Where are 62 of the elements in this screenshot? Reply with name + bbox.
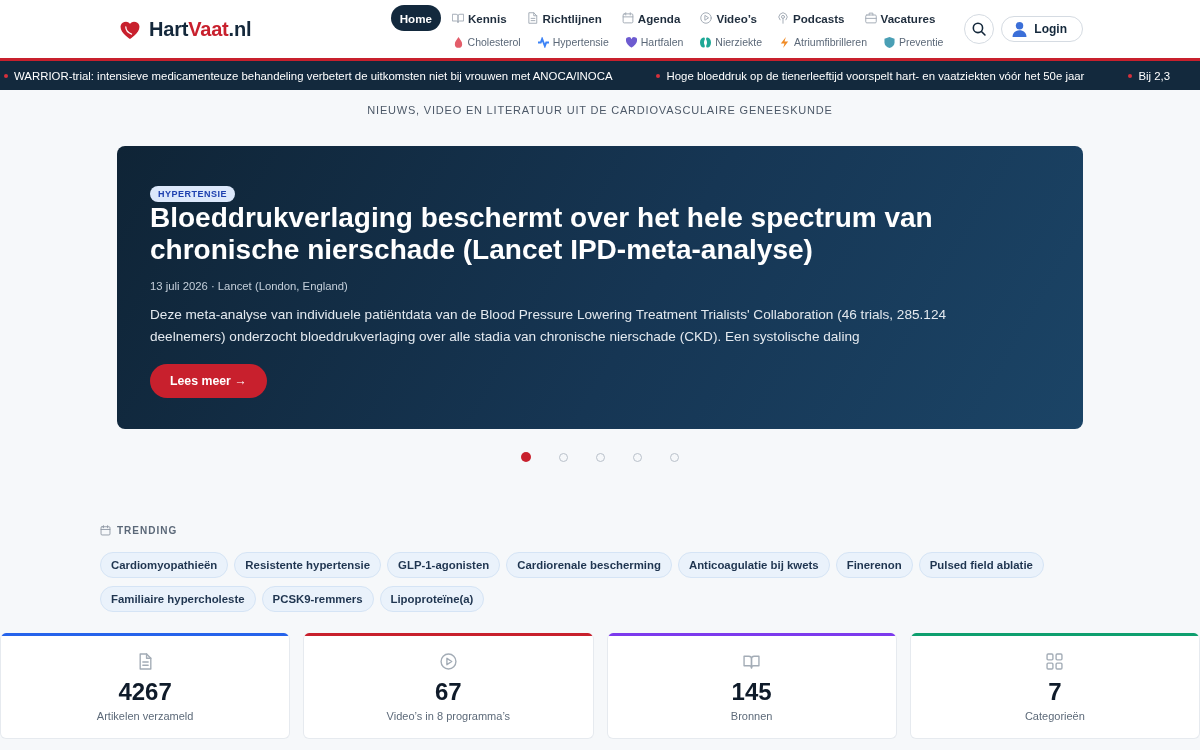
topic-link[interactable]: Hypertensie bbox=[537, 34, 609, 50]
section-title: TRENDING bbox=[117, 524, 178, 536]
trending-tag[interactable]: Cardiomyopathieën bbox=[100, 552, 229, 578]
topic-link[interactable]: Preventie bbox=[884, 34, 944, 50]
nav-link[interactable]: Home bbox=[390, 5, 441, 31]
topic-link[interactable]: Nierziekte bbox=[700, 34, 763, 50]
bullet-icon bbox=[1128, 73, 1133, 78]
tagline: NIEUWS, VIDEO EN LITERATUUR UIT DE CARDIOVASCULAIRE GENEESKUNDE bbox=[366, 103, 834, 117]
topic-link[interactable]: Hartfalen bbox=[625, 34, 684, 50]
topic-link[interactable]: Atriumfibrilleren bbox=[779, 34, 867, 50]
bullet-icon bbox=[656, 73, 661, 78]
nav-link[interactable]: Agenda bbox=[612, 5, 690, 31]
logo-text[interactable]: HartVaat.nl bbox=[149, 18, 252, 41]
nav-link[interactable]: Podcasts bbox=[768, 5, 854, 31]
broadcast-icon bbox=[777, 12, 789, 24]
nav-link[interactable]: Video’s bbox=[691, 5, 766, 31]
briefcase-icon bbox=[864, 12, 877, 24]
document-icon bbox=[136, 653, 154, 670]
search-button[interactable] bbox=[964, 14, 995, 44]
trending-tag[interactable]: Anticoagulatie bij kwets bbox=[677, 552, 830, 578]
calendar-icon bbox=[100, 524, 111, 536]
hero-title: Bloeddrukverlaging beschermt over het hele spectrum van chronische nierschade (Lancet IPD-meta-analyse) bbox=[150, 202, 934, 266]
hero-summary: Deze meta-analyse van individuele patiëntdata van de Blood Pressure Lowering Treatment Trialists' Collaboration (46 trials, 285.124 deelnemers) onderzocht bloeddrukverlaging over alle stadia van chronische nierschade (CKD). Een systolische daling bbox=[150, 306, 947, 346]
trending-tag[interactable]: Familiaire hypercholeste bbox=[100, 586, 256, 612]
grid-icon bbox=[1046, 653, 1064, 670]
trending-tag[interactable]: GLP-1-agonisten bbox=[387, 552, 501, 578]
topic-link[interactable]: Cholesterol bbox=[452, 34, 521, 50]
ticker-link[interactable]: Bij 2,3 bbox=[1138, 69, 1171, 82]
play-icon bbox=[439, 653, 457, 670]
trending-tag[interactable]: Finerenon bbox=[835, 552, 913, 578]
play-icon bbox=[700, 12, 713, 24]
trending-tag[interactable]: Lipoproteïne(a) bbox=[379, 586, 485, 612]
stat-value: 145 bbox=[731, 678, 772, 706]
trending-tag[interactable]: PCSK9-remmers bbox=[261, 586, 374, 612]
bullet-icon bbox=[4, 73, 8, 78]
stat-label: Bronnen bbox=[730, 709, 773, 724]
stat-value: 4267 bbox=[118, 678, 172, 706]
stat-label: Categorieën bbox=[1024, 709, 1085, 724]
person-icon bbox=[1012, 21, 1028, 37]
login-button[interactable]: Login bbox=[1001, 16, 1083, 42]
nav-link[interactable]: Richtlijnen bbox=[517, 5, 611, 31]
calendar-icon bbox=[621, 12, 634, 24]
hero-meta: 13 juli 2026 · Lancet (London, England) bbox=[150, 279, 349, 294]
book-icon bbox=[743, 653, 761, 670]
stat-value: 67 bbox=[435, 678, 462, 706]
read-more-button[interactable]: Lees meer → bbox=[150, 364, 267, 398]
stat-label: Video’s in 8 programma’s bbox=[386, 709, 511, 724]
trending-tag[interactable]: Resistente hypertensie bbox=[234, 552, 382, 578]
book-icon bbox=[451, 12, 464, 24]
heart-logo-icon bbox=[120, 20, 140, 39]
carousel-dot[interactable] bbox=[521, 452, 531, 462]
ticker-link[interactable]: Hoge bloeddruk op de tienerleeftijd voorspelt hart- en vaatziekten vóór het 50e jaar bbox=[666, 69, 1085, 82]
nav-link[interactable]: Vacatures bbox=[855, 5, 945, 31]
ticker-link[interactable]: WARRIOR-trial: intensieve medicamenteuze behandeling verbetert de uitkomsten niet bij vrouwen met ANOCA/INOCA bbox=[14, 69, 613, 82]
category-label: HYPERTENSIE bbox=[150, 186, 235, 202]
document-icon bbox=[526, 12, 539, 24]
stat-value: 7 bbox=[1048, 678, 1062, 706]
trending-tag[interactable]: Cardiorenale bescherming bbox=[506, 552, 672, 578]
search-icon bbox=[972, 22, 987, 36]
nav-link[interactable]: Kennis bbox=[442, 5, 516, 31]
stat-label: Artikelen verzameld bbox=[96, 709, 194, 724]
trending-tag[interactable]: Pulsed field ablatie bbox=[918, 552, 1044, 578]
